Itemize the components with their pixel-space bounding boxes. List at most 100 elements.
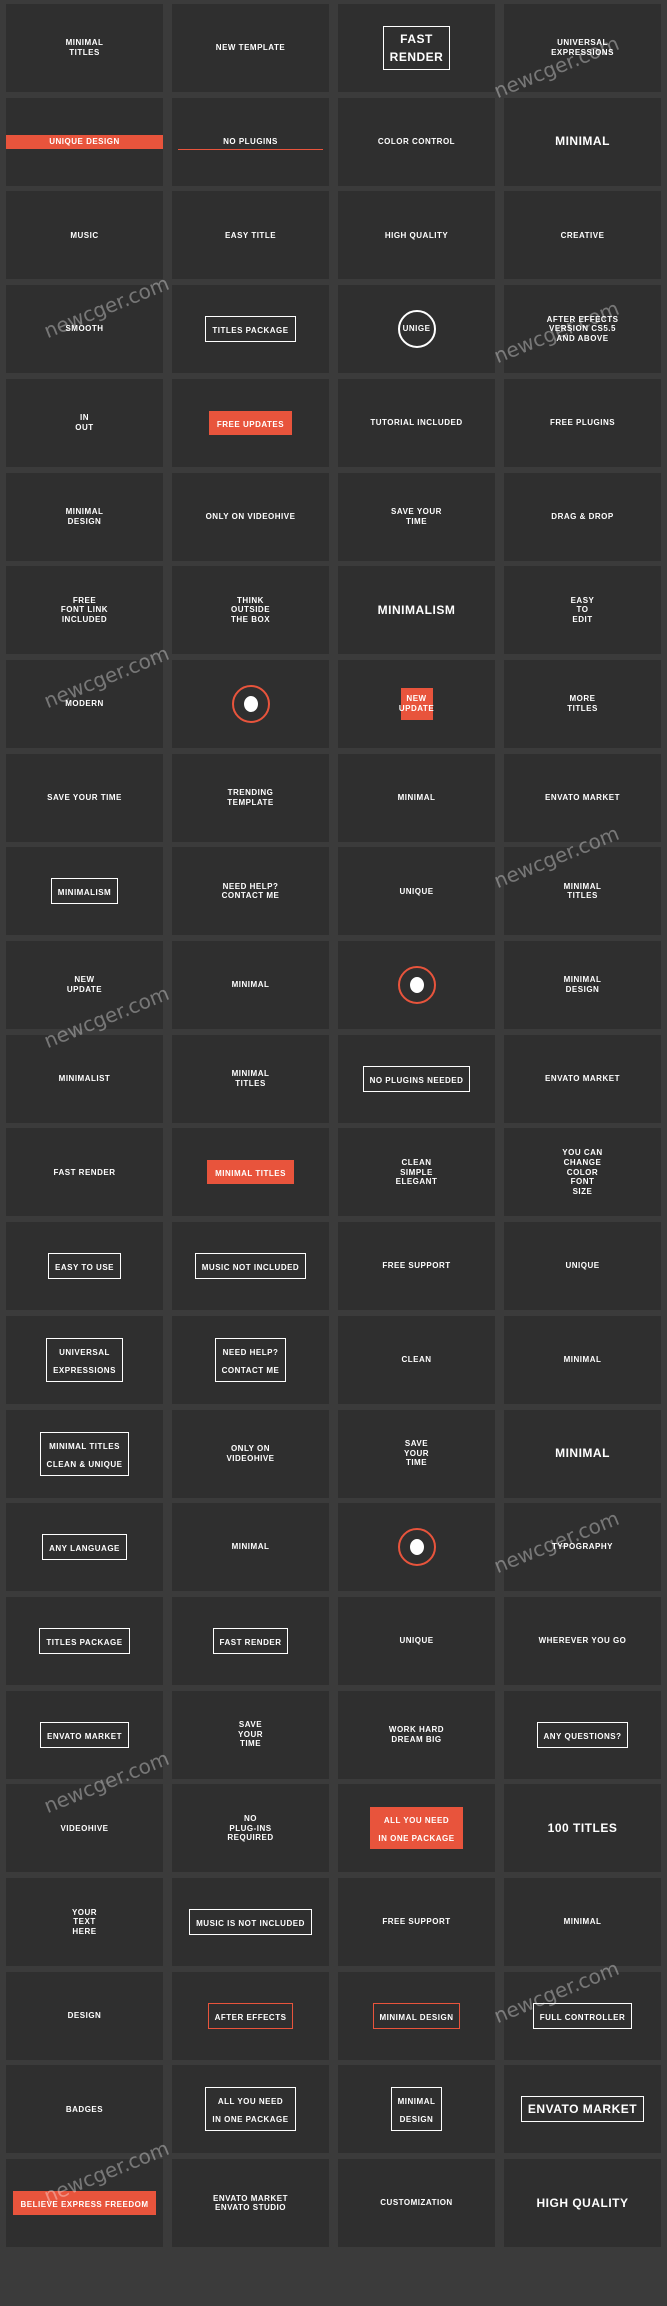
title-tile[interactable]: NEW UPDATE [338, 659, 495, 748]
title-tile[interactable]: SAVE YOUR TIME [338, 472, 495, 561]
title-tile[interactable]: FULL CONTROLLER [504, 1971, 661, 2060]
title-tile[interactable]: MINIMALISM [338, 566, 495, 655]
title-tile[interactable]: MUSIC IS NOT INCLUDED [172, 1878, 329, 1966]
title-tile[interactable]: ALL YOU NEED IN ONE PACKAGE [172, 2065, 329, 2154]
title-tile[interactable]: MINIMAL [504, 1409, 661, 1498]
title-tile[interactable]: NEW UPDATE [6, 941, 163, 1029]
title-tile[interactable]: CLEAN [338, 1315, 495, 1404]
title-tile[interactable]: TITLES PACKAGE [6, 1596, 163, 1685]
title-tile[interactable]: AFTER EFFECTS VERSION CS5.5 AND ABOVE [504, 285, 661, 374]
tile-label: ALL YOU NEED IN ONE PACKAGE [212, 2097, 289, 2125]
title-tile[interactable] [338, 941, 495, 1029]
title-tile[interactable]: BELIEVE EXPRESS FREEDOM [6, 2159, 163, 2248]
title-tile[interactable]: FAST RENDER [338, 4, 495, 92]
title-tile[interactable]: ANY LANGUAGE [6, 1503, 163, 1592]
title-tile[interactable]: NO PLUGINS NEEDED [338, 1034, 495, 1123]
title-tile[interactable]: MINIMAL TITLES [504, 847, 661, 936]
title-tile[interactable]: HIGH QUALITY [504, 2159, 661, 2248]
title-tile[interactable]: SAVE YOUR TIME [6, 753, 163, 842]
title-tile[interactable]: TUTORIAL INCLUDED [338, 378, 495, 467]
title-tile[interactable]: UNIQUE [338, 1596, 495, 1685]
title-tile[interactable]: COLOR CONTROL [338, 97, 495, 186]
title-tile[interactable]: DRAG & DROP [504, 472, 661, 561]
title-tile[interactable]: DESIGN [6, 1971, 163, 2060]
title-tile[interactable] [172, 659, 329, 748]
title-tile[interactable]: MINIMALISM [6, 847, 163, 936]
title-tile[interactable]: MINIMAL TITLES [172, 1128, 329, 1217]
tile-label: SAVE YOUR TIME [391, 506, 442, 526]
title-tile[interactable]: UNIQUE DESIGN [6, 97, 163, 186]
title-tile[interactable]: THINK OUTSIDE THE BOX [172, 566, 329, 655]
title-tile[interactable]: SMOOTH [6, 285, 163, 374]
title-tile[interactable]: ENVATO MARKET ENVATO STUDIO [172, 2159, 329, 2248]
title-tile[interactable]: MINIMALIST [6, 1034, 163, 1123]
title-tile[interactable]: HIGH QUALITY [338, 191, 495, 280]
title-tile[interactable]: UNIGE [338, 285, 495, 374]
title-tile[interactable]: MINIMAL TITLES [172, 1034, 329, 1123]
title-tile[interactable]: NO PLUG-INS REQUIRED [172, 1784, 329, 1873]
title-tile[interactable]: UNIQUE [338, 847, 495, 936]
title-tile[interactable]: AFTER EFFECTS [172, 1971, 329, 2060]
title-tile[interactable]: VIDEOHIVE [6, 1784, 163, 1873]
title-tile[interactable]: EASY TITLE [172, 191, 329, 280]
title-tile[interactable]: MINIMAL TITLES CLEAN & UNIQUE [6, 1409, 163, 1498]
title-tile[interactable]: FREE SUPPORT [338, 1878, 495, 1966]
title-tile[interactable]: ENVATO MARKET [504, 2065, 661, 2154]
title-tile[interactable]: MINIMAL DESIGN [338, 1971, 495, 2060]
title-tile[interactable]: 100 TITLES [504, 1784, 661, 1873]
title-tile[interactable]: MUSIC [6, 191, 163, 280]
title-tile[interactable]: FAST RENDER [6, 1128, 163, 1217]
title-tile[interactable]: NEED HELP? CONTACT ME [172, 847, 329, 936]
title-tile[interactable]: WORK HARD DREAM BIG [338, 1690, 495, 1779]
title-tile[interactable]: ENVATO MARKET [6, 1690, 163, 1779]
title-tile[interactable]: MINIMAL [504, 97, 661, 186]
title-tile[interactable]: MINIMAL [172, 941, 329, 1029]
title-tile[interactable]: UNIQUE [504, 1222, 661, 1311]
title-tile[interactable]: TRENDING TEMPLATE [172, 753, 329, 842]
title-tile[interactable]: MINIMAL DESIGN [6, 472, 163, 561]
title-tile[interactable]: FAST RENDER [172, 1596, 329, 1685]
title-tile[interactable]: MORE TITLES [504, 659, 661, 748]
title-tile[interactable]: FREE SUPPORT [338, 1222, 495, 1311]
title-tile[interactable]: UNIVERSAL EXPRESSIONS [504, 4, 661, 92]
title-tile[interactable]: MINIMAL DESIGN [504, 941, 661, 1029]
title-tile[interactable]: FREE PLUGINS [504, 378, 661, 467]
title-tile[interactable]: SAVE YOUR TIME [172, 1690, 329, 1779]
title-tile[interactable]: EASY TO USE [6, 1222, 163, 1311]
title-tile[interactable]: NO PLUGINS [172, 97, 329, 186]
title-tile[interactable]: CUSTOMIZATION [338, 2159, 495, 2248]
title-tile[interactable]: IN OUT [6, 378, 163, 467]
title-tile[interactable]: FREE FONT LINK INCLUDED [6, 566, 163, 655]
title-tile[interactable]: FREE UPDATES [172, 378, 329, 467]
title-tile[interactable]: NEED HELP? CONTACT ME [172, 1315, 329, 1404]
title-tile[interactable]: ALL YOU NEED IN ONE PACKAGE [338, 1784, 495, 1873]
title-tile[interactable]: CLEAN SIMPLE ELEGANT [338, 1128, 495, 1217]
title-tile[interactable]: ENVATO MARKET [504, 1034, 661, 1123]
title-tile[interactable]: MUSIC NOT INCLUDED [172, 1222, 329, 1311]
title-tile[interactable]: MINIMAL [504, 1878, 661, 1966]
title-tile[interactable]: TYPOGRAPHY [504, 1503, 661, 1592]
title-tile[interactable]: MINIMAL [338, 753, 495, 842]
title-tile[interactable]: NEW TEMPLATE [172, 4, 329, 92]
title-tile[interactable] [338, 1503, 495, 1592]
title-tile[interactable]: ENVATO MARKET [504, 753, 661, 842]
title-tile[interactable]: ONLY ON VIDEOHIVE [172, 1409, 329, 1498]
title-tile[interactable]: MINIMAL [172, 1503, 329, 1592]
title-tile[interactable]: MINIMAL [504, 1315, 661, 1404]
title-tile[interactable]: YOUR TEXT HERE [6, 1878, 163, 1966]
title-tile[interactable]: CREATIVE [504, 191, 661, 280]
title-tile[interactable]: ONLY ON VIDEOHIVE [172, 472, 329, 561]
title-tile[interactable]: WHEREVER YOU GO [504, 1596, 661, 1685]
title-tile[interactable]: ANY QUESTIONS? [504, 1690, 661, 1779]
title-tile[interactable]: UNIVERSAL EXPRESSIONS [6, 1315, 163, 1404]
title-tile[interactable]: SAVE YOUR TIME [338, 1409, 495, 1498]
title-tile[interactable]: MODERN [6, 659, 163, 748]
title-tile[interactable]: TITLES PACKAGE [172, 285, 329, 374]
title-tile[interactable]: EASY TO EDIT [504, 566, 661, 655]
tile-label: AFTER EFFECTS [214, 2012, 287, 2022]
title-tile[interactable]: BADGES [6, 2065, 163, 2154]
tile-label: CREATIVE [560, 230, 605, 240]
title-tile[interactable]: YOU CAN CHANGE COLOR FONT SIZE [504, 1128, 661, 1217]
title-tile[interactable]: MINIMAL TITLES [6, 4, 163, 92]
title-tile[interactable]: MINIMAL DESIGN [338, 2065, 495, 2154]
